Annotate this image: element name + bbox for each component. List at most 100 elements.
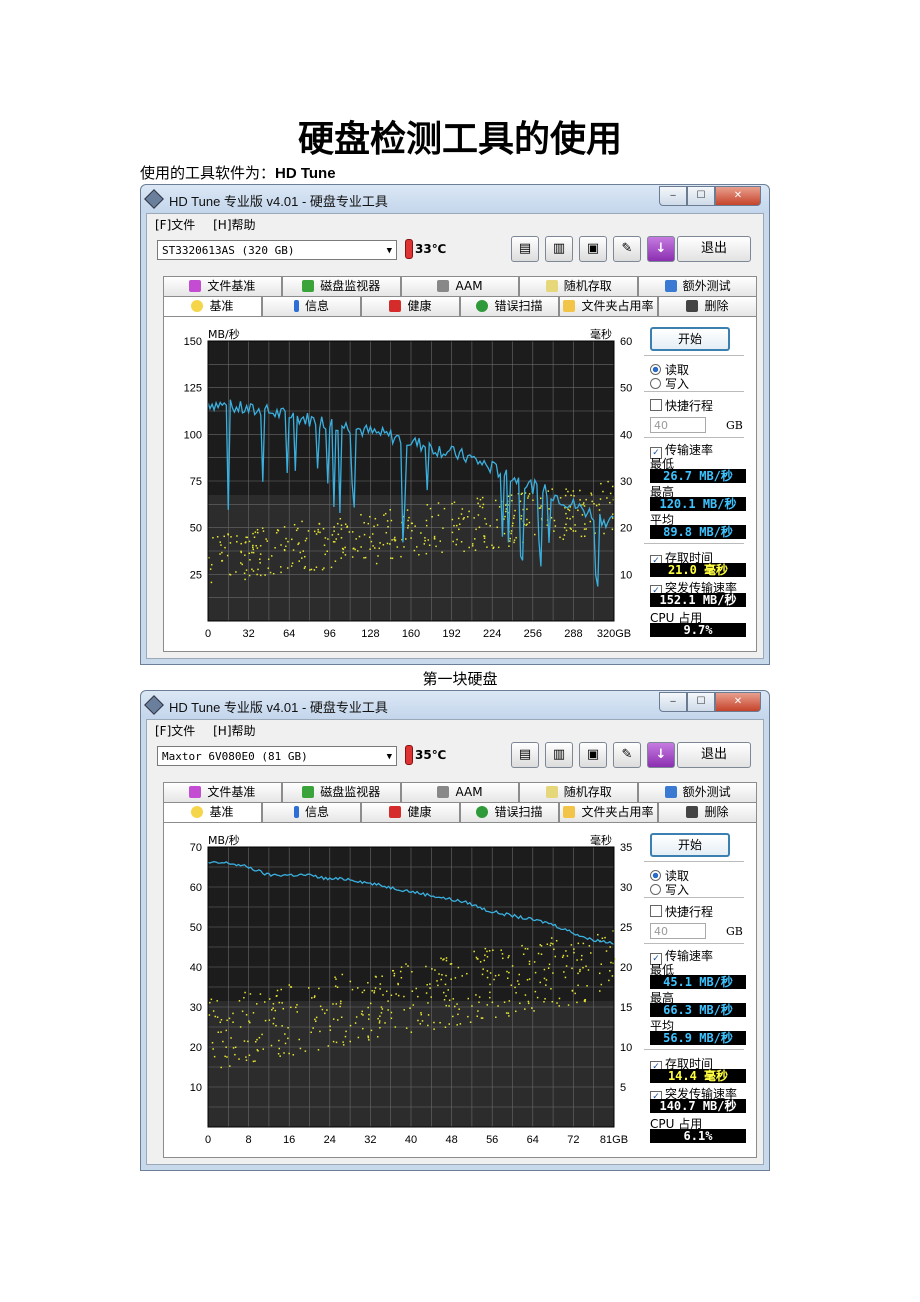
menu-help[interactable]: [H]帮助 <box>213 218 255 232</box>
copy-screenshot-button[interactable]: ▥ <box>545 742 573 768</box>
access-time-point <box>474 549 477 551</box>
menu-file[interactable]: [F]文件 <box>155 724 195 738</box>
access-time-point <box>304 1050 307 1052</box>
menu-help[interactable]: [H]帮助 <box>213 724 255 738</box>
access-time-point <box>420 1013 423 1016</box>
tab-benchmark[interactable]: 基准 <box>163 802 262 822</box>
access-time-point <box>475 528 477 531</box>
trash-icon <box>686 806 699 818</box>
close-button[interactable]: ✕ <box>715 692 761 712</box>
access-time-point <box>436 980 438 982</box>
access-time-point <box>336 986 339 988</box>
start-button[interactable]: 开始 <box>650 833 730 857</box>
health-cross-icon <box>389 806 402 818</box>
download-icon[interactable]: ↓ <box>647 742 675 768</box>
access-time-point <box>210 563 213 566</box>
access-time-point <box>280 544 282 546</box>
access-time-point <box>481 506 484 509</box>
drive-select[interactable]: Maxtor 6V080E0 (81 GB) ▼ <box>157 746 397 766</box>
short-stroke-checkbox[interactable]: 快捷行程 <box>650 903 713 920</box>
access-time-point <box>336 1019 339 1021</box>
copy-info-button[interactable]: ▤ <box>511 742 539 768</box>
access-time-point <box>378 1020 381 1022</box>
tab-info[interactable]: 信息 <box>262 802 361 822</box>
maximize-button[interactable]: ☐ <box>687 692 715 712</box>
tab-extra-tests[interactable]: 额外测试 <box>638 782 757 802</box>
short-stroke-checkbox[interactable]: 快捷行程 <box>650 397 713 414</box>
access-time-point <box>481 1017 484 1019</box>
tab-disk-monitor[interactable]: 磁盘监视器 <box>281 276 401 296</box>
access-time-point <box>528 493 531 495</box>
minimize-button[interactable]: ‒ <box>659 692 687 712</box>
maximize-button[interactable]: ☐ <box>687 186 715 206</box>
access-time-point <box>276 989 279 992</box>
x-tick-label: 40 <box>405 1134 417 1146</box>
access-time-point <box>610 961 612 964</box>
access-time-point <box>323 567 325 569</box>
close-button[interactable]: ✕ <box>715 186 761 206</box>
access-time-point <box>249 993 252 995</box>
save-button[interactable]: ▣ <box>579 742 607 768</box>
download-icon[interactable]: ↓ <box>647 236 675 262</box>
tab-info[interactable]: 信息 <box>262 296 361 316</box>
access-time-point <box>508 1000 511 1002</box>
tab-folder-usage[interactable]: 文件夹占用率 <box>559 802 658 822</box>
access-time-point <box>312 1027 314 1029</box>
stroke-size-stepper[interactable]: 40 <box>650 923 706 939</box>
access-time-point <box>255 1003 258 1005</box>
tab-erase[interactable]: 删除 <box>658 296 757 316</box>
copy-screenshot-button[interactable]: ▥ <box>545 236 573 262</box>
tab-file-benchmark[interactable]: 文件基准 <box>163 782 282 802</box>
start-button[interactable]: 开始 <box>650 327 730 351</box>
save-button[interactable]: ▣ <box>579 236 607 262</box>
tab-health[interactable]: 健康 <box>361 296 460 316</box>
temperature-readout: 33℃ <box>415 242 447 256</box>
access-time-point <box>547 967 550 969</box>
access-time-point <box>590 952 592 954</box>
tab-file-benchmark[interactable]: 文件基准 <box>163 276 282 296</box>
tab-folder-usage[interactable]: 文件夹占用率 <box>559 296 658 316</box>
title-bar[interactable]: HD Tune 专业版 v4.01 - 硬盘专业工具 ‒ ☐ ✕ <box>141 185 769 213</box>
tab-erase[interactable]: 删除 <box>658 802 757 822</box>
access-time-point <box>458 1008 460 1010</box>
y-tick-label: 100 <box>184 429 202 441</box>
copy-info-button[interactable]: ▤ <box>511 236 539 262</box>
menu-bar: [F]文件 [H]帮助 <box>155 216 270 233</box>
stroke-size-stepper[interactable]: 40 <box>650 417 706 433</box>
access-time-point <box>216 536 219 538</box>
access-time-point <box>209 568 212 570</box>
drive-select[interactable]: ST3320613AS (320 GB) ▼ <box>157 240 397 260</box>
tab-health[interactable]: 健康 <box>361 802 460 822</box>
tab-error-scan[interactable]: 错误扫描 <box>460 802 559 822</box>
access-time-point <box>478 526 481 529</box>
access-time-point <box>278 1047 281 1050</box>
tab-benchmark[interactable]: 基准 <box>163 296 262 316</box>
tab-random-access[interactable]: 随机存取 <box>519 782 639 802</box>
write-radio[interactable]: 写入 <box>650 881 689 898</box>
access-time-point <box>373 525 375 528</box>
exit-button[interactable]: 退出 <box>677 236 751 262</box>
access-time-point <box>411 990 414 992</box>
tab-aam[interactable]: AAM <box>400 782 520 802</box>
access-time-point <box>341 547 344 550</box>
tab-random-access[interactable]: 随机存取 <box>519 276 639 296</box>
access-time-point <box>421 1020 424 1022</box>
tab-error-scan[interactable]: 错误扫描 <box>460 296 559 316</box>
access-time-point <box>609 501 611 504</box>
options-button[interactable]: ✎ <box>613 742 641 768</box>
exit-button[interactable]: 退出 <box>677 742 751 768</box>
access-time-point <box>405 1027 408 1029</box>
tab-aam[interactable]: AAM <box>400 276 520 296</box>
title-bar[interactable]: HD Tune 专业版 v4.01 - 硬盘专业工具 ‒ ☐ ✕ <box>141 691 769 719</box>
access-time-point <box>381 1008 384 1010</box>
write-radio[interactable]: 写入 <box>650 375 689 392</box>
tab-disk-monitor[interactable]: 磁盘监视器 <box>281 782 401 802</box>
options-button[interactable]: ✎ <box>613 236 641 262</box>
access-time-point <box>515 992 517 994</box>
minimize-button[interactable]: ‒ <box>659 186 687 206</box>
tab-extra-tests[interactable]: 额外测试 <box>638 276 757 296</box>
checkbox-icon <box>650 905 662 917</box>
access-time-point <box>491 1001 494 1004</box>
menu-file[interactable]: [F]文件 <box>155 218 195 232</box>
access-time-point <box>220 544 222 546</box>
